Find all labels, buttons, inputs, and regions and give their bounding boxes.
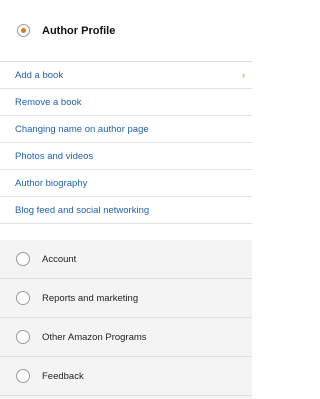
- submenu-link[interactable]: Remove a book: [15, 97, 82, 108]
- topic-reports-marketing-option[interactable]: Reports and marketing: [0, 279, 252, 318]
- topic-label: Account: [42, 253, 77, 265]
- submenu-item-blog-feed[interactable]: Blog feed and social networking: [0, 197, 252, 224]
- other-topics-list: Account Reports and marketing Other Amaz…: [0, 240, 252, 399]
- radio-unselected-icon[interactable]: [16, 291, 30, 305]
- submenu-link[interactable]: Author biography: [15, 178, 87, 189]
- radio-unselected-icon[interactable]: [16, 252, 30, 266]
- submenu-item-author-biography[interactable]: Author biography: [0, 170, 252, 197]
- submenu-item-remove-a-book[interactable]: Remove a book: [0, 89, 252, 116]
- submenu-link[interactable]: Changing name on author page: [15, 124, 149, 135]
- radio-unselected-icon[interactable]: [16, 330, 30, 344]
- topic-label: Reports and marketing: [42, 292, 139, 304]
- submenu-item-add-a-book[interactable]: Add a book ›: [0, 62, 252, 89]
- radio-dot-icon: [21, 28, 26, 33]
- chevron-right-icon: ›: [242, 70, 245, 80]
- author-profile-submenu: Add a book › Remove a book Changing name…: [0, 62, 252, 224]
- author-profile-option[interactable]: Author Profile: [0, 0, 252, 62]
- submenu-link[interactable]: Photos and videos: [15, 151, 93, 162]
- topic-other-amazon-programs-option[interactable]: Other Amazon Programs: [0, 318, 252, 357]
- submenu-link[interactable]: Blog feed and social networking: [15, 205, 149, 216]
- submenu-item-photos-videos[interactable]: Photos and videos: [0, 143, 252, 170]
- radio-selected-icon[interactable]: [17, 24, 30, 37]
- topic-feedback-option[interactable]: Feedback: [0, 357, 252, 396]
- topic-account-option[interactable]: Account: [0, 240, 252, 279]
- topic-label: Other Amazon Programs: [42, 331, 147, 343]
- topic-label: Feedback: [42, 370, 84, 382]
- submenu-link[interactable]: Add a book: [15, 70, 63, 81]
- author-profile-label: Author Profile: [42, 24, 116, 37]
- submenu-item-changing-name[interactable]: Changing name on author page: [0, 116, 252, 143]
- radio-unselected-icon[interactable]: [16, 369, 30, 383]
- help-topics-menu: Author Profile Add a book › Remove a boo…: [0, 0, 252, 399]
